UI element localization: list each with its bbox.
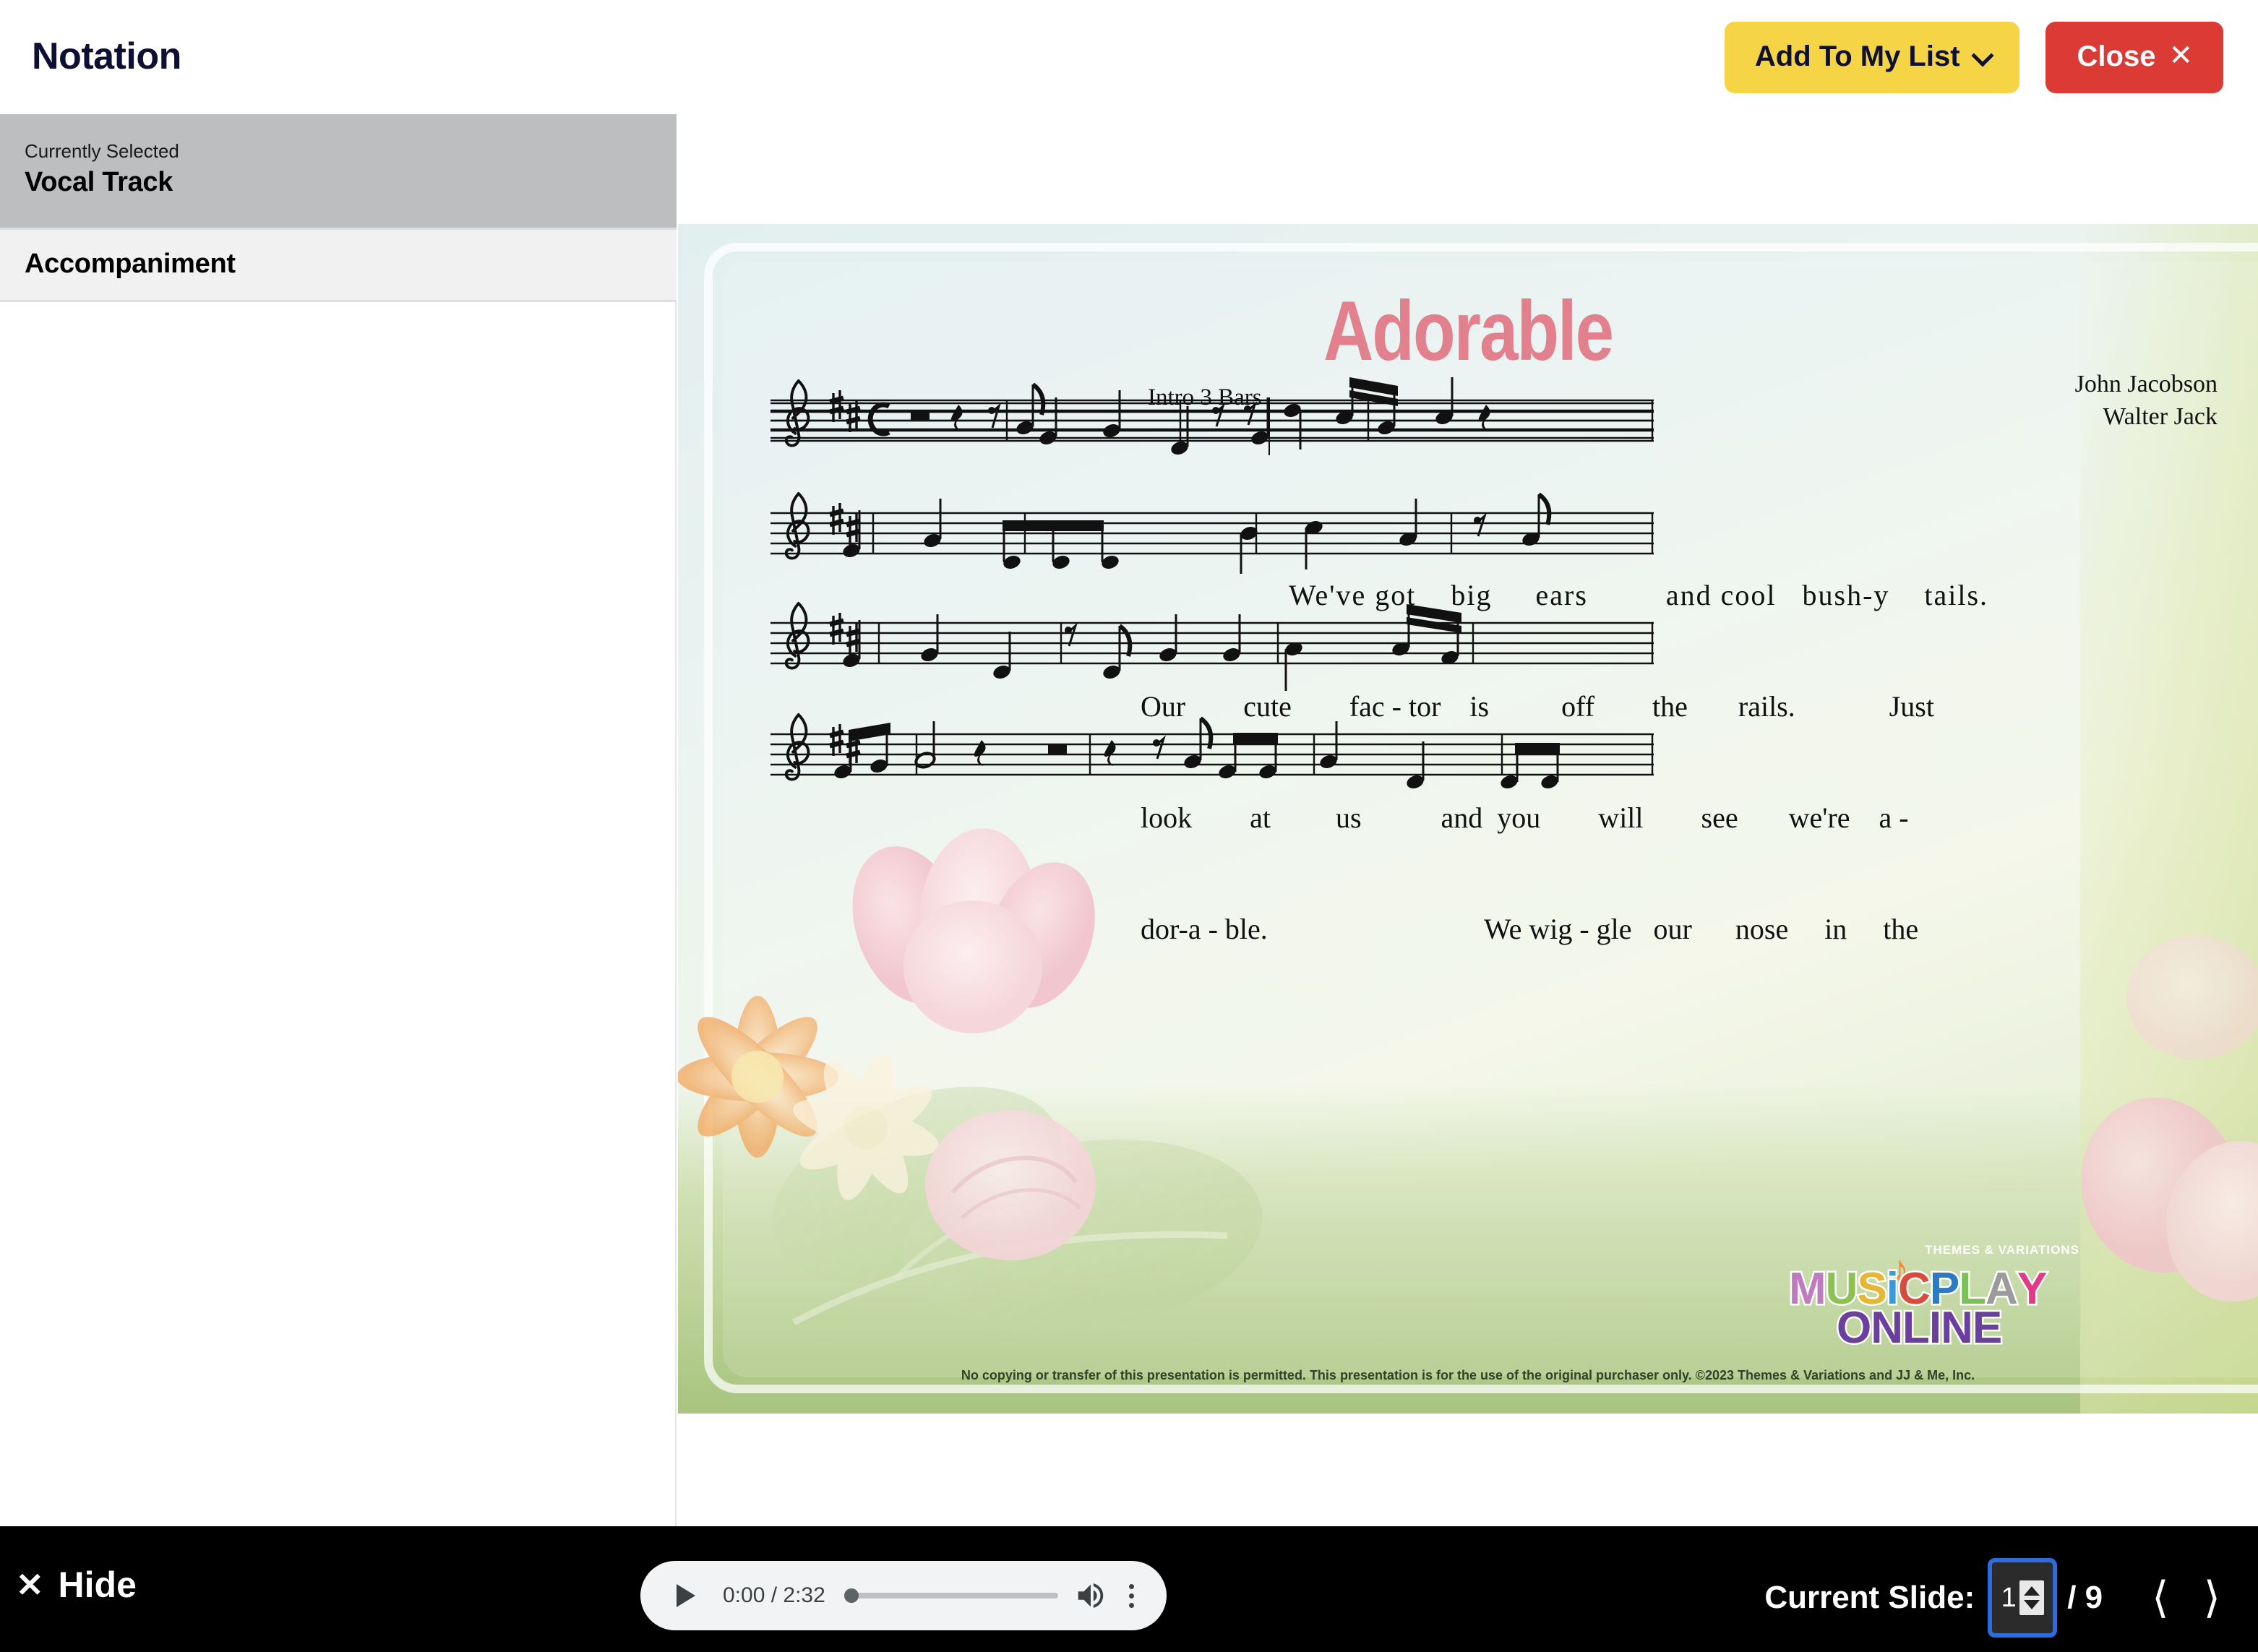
current-slide-label: Current Slide:	[1764, 1580, 1975, 1616]
play-icon	[677, 1584, 695, 1607]
top-bar-actions: Add To My List Close ✕	[1725, 22, 2223, 93]
sidebar-item-accompaniment[interactable]: Accompaniment	[0, 230, 677, 302]
close-x-icon: ✕	[2168, 41, 2193, 70]
lyric-line-1: We've got big ears and cool bush-y tails…	[1289, 578, 2258, 612]
sidebar-item-vocal-track[interactable]: Currently Selected Vocal Track	[0, 114, 677, 230]
hide-button-label: Hide	[59, 1564, 137, 1606]
lyric-line-2: Our cute fac - tor is off the rails. Jus…	[1141, 689, 2258, 723]
close-button-label: Close	[2077, 40, 2156, 73]
play-button[interactable]	[666, 1576, 705, 1615]
logo-line-online: ONLINE	[1837, 1302, 2001, 1354]
staff-1	[770, 377, 1654, 457]
next-slide-button[interactable]: ⟩	[2186, 1576, 2238, 1619]
lyric-line-4: dor-a - ble. We wig - gle our nose in th…	[1141, 912, 2258, 946]
staff-2	[770, 494, 1654, 574]
audio-time-display: 0:00 / 2:32	[723, 1583, 825, 1608]
track-name-vocal: Vocal Track	[25, 167, 677, 198]
add-to-my-list-button[interactable]: Add To My List	[1725, 22, 2019, 93]
track-name-accompaniment: Accompaniment	[25, 249, 677, 280]
musicplay-online-logo: ♪ THEMES & VARIATIONS MUSiCPLAY ONLINE	[1780, 1243, 2084, 1344]
audio-player: 0:00 / 2:32	[640, 1561, 1167, 1630]
slide-number-stepper[interactable]	[2019, 1580, 2044, 1615]
close-button[interactable]: Close ✕	[2045, 22, 2223, 93]
seek-thumb[interactable]	[844, 1588, 859, 1603]
staff-3	[770, 603, 1654, 691]
audio-seek-slider[interactable]	[847, 1593, 1058, 1599]
currently-selected-label: Currently Selected	[25, 140, 677, 163]
hide-button[interactable]: ✕ Hide	[16, 1564, 137, 1606]
logo-tagline: THEMES & VARIATIONS	[1925, 1243, 2079, 1257]
add-to-my-list-label: Add To My List	[1755, 40, 1960, 73]
stepper-up-icon[interactable]	[2024, 1586, 2040, 1596]
previous-slide-button[interactable]: ⟨	[2134, 1576, 2186, 1619]
staff-4	[770, 715, 1654, 791]
musical-score: Adorable John Jacobson Walter Jack Intro…	[678, 224, 2258, 1414]
slide-total-label: / 9	[2067, 1580, 2103, 1616]
volume-icon[interactable]	[1074, 1579, 1107, 1612]
slide-number-value: 1	[2001, 1583, 2017, 1614]
presentation-slide: Adorable John Jacobson Walter Jack Intro…	[678, 224, 2258, 1414]
track-list-panel: Currently Selected Vocal Track Accompani…	[0, 114, 677, 1526]
lyric-line-3: look at us and you will see we're a -	[1141, 801, 2258, 835]
slide-navigation: Current Slide: 1 / 9 ⟨ ⟩	[1764, 1558, 2238, 1638]
chevron-down-icon	[1973, 46, 1991, 64]
slide-number-input[interactable]: 1	[1988, 1558, 2057, 1638]
close-x-icon: ✕	[16, 1568, 44, 1601]
copyright-notice: No copying or transfer of this presentat…	[678, 1368, 2258, 1383]
slide-viewport: Adorable John Jacobson Walter Jack Intro…	[678, 224, 2258, 1414]
page-title: Notation	[32, 35, 181, 78]
kebab-menu-icon[interactable]	[1119, 1579, 1143, 1612]
top-bar: Notation Add To My List Close ✕	[0, 0, 2258, 114]
stepper-down-icon[interactable]	[2024, 1600, 2040, 1609]
